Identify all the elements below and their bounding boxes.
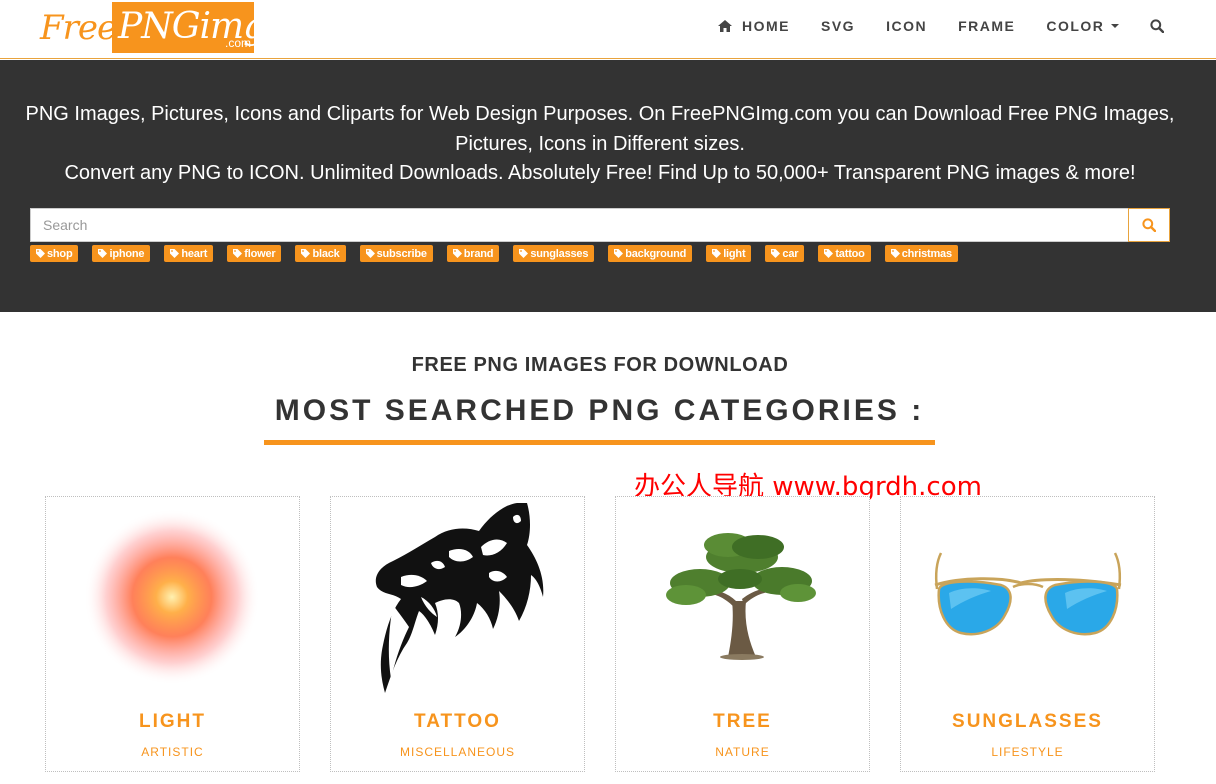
search-input[interactable] [30, 208, 1129, 242]
hero-line-1: PNG Images, Pictures, Icons and Cliparts… [25, 103, 1175, 155]
nav-svg[interactable]: SVG [821, 18, 855, 34]
nav-home[interactable]: HOME [718, 18, 790, 34]
tag-icon [170, 249, 180, 258]
category-card-tree[interactable]: TREE NATURE [615, 496, 870, 772]
search-submit-button[interactable] [1128, 208, 1170, 242]
tag-icon [452, 249, 462, 258]
tag-icon [301, 249, 311, 258]
tag-label: subscribe [376, 247, 427, 260]
hero-intro: PNG Images, Pictures, Icons and Cliparts… [20, 100, 1180, 189]
search-icon [1142, 218, 1156, 232]
tag-label: background [625, 247, 687, 260]
tag-label: shop [47, 247, 73, 260]
tag-iphone[interactable]: iphone [92, 245, 151, 262]
card-category: MISCELLANEOUS [399, 745, 516, 759]
light-glow-image [84, 509, 260, 685]
tag-label: sunglasses [530, 247, 589, 260]
logo-dotcom-text: .com [225, 36, 252, 50]
nav-svg-label: SVG [821, 18, 856, 34]
hero-line-2: Convert any PNG to ICON. Unlimited Downl… [64, 162, 1136, 184]
tag-icon [519, 249, 529, 258]
caret-down-icon [1111, 24, 1120, 28]
tag-shop[interactable]: shop [30, 245, 79, 262]
popular-tags: shop iphone heart flower black subscribe brand… [30, 245, 972, 262]
main-nav: HOME SVG ICON FRAME COLOR [718, 0, 1174, 52]
nav-icon-label: ICON [886, 18, 928, 34]
tag-car[interactable]: car [765, 245, 805, 262]
tag-flower[interactable]: flower [227, 245, 282, 262]
card-category: ARTISTIC [141, 745, 204, 759]
tag-christmas[interactable]: christmas [884, 245, 958, 262]
tag-icon [890, 249, 900, 258]
category-card-sunglasses[interactable]: SUNGLASSES LIFESTYLE [900, 496, 1155, 772]
tag-black[interactable]: black [295, 245, 346, 262]
tag-label: christmas [901, 247, 952, 260]
tag-icon [36, 249, 45, 258]
card-category: LIFESTYLE [991, 745, 1064, 759]
tag-background[interactable]: background [608, 245, 693, 262]
tree-image [666, 533, 816, 660]
site-logo[interactable]: Free PNGimg .com [40, 2, 266, 53]
tag-label: brand [463, 247, 494, 260]
wolf-tattoo-image [375, 503, 544, 693]
tag-light[interactable]: light [706, 245, 752, 262]
category-card-light[interactable]: LIGHT ARTISTIC [45, 496, 300, 772]
nav-home-label: HOME [742, 18, 790, 34]
card-title: TATTOO [414, 711, 501, 732]
tag-label: car [782, 247, 799, 260]
tag-icon [712, 249, 722, 258]
tag-icon [98, 249, 108, 258]
nav-search-button[interactable] [1150, 19, 1174, 33]
nav-icon[interactable]: ICON [886, 18, 927, 34]
tag-icon [771, 249, 781, 258]
tag-sunglasses[interactable]: sunglasses [513, 245, 595, 262]
hero-banner: PNG Images, Pictures, Icons and Cliparts… [0, 60, 1216, 312]
sunglasses-image [934, 552, 1122, 636]
tag-tattoo[interactable]: tattoo [818, 245, 871, 262]
nav-color-label: COLOR [1046, 18, 1105, 34]
tag-label: black [312, 247, 340, 260]
card-title: LIGHT [139, 711, 206, 732]
tag-label: flower [244, 247, 276, 260]
tag-heart[interactable]: heart [164, 245, 214, 262]
tag-brand[interactable]: brand [446, 245, 500, 262]
logo-free-text: Free [40, 8, 117, 48]
tag-icon [614, 249, 624, 258]
section-subheading: FREE PNG IMAGES FOR DOWNLOAD [411, 354, 789, 376]
search-bar [30, 208, 1170, 242]
tag-label: iphone [109, 247, 145, 260]
tag-icon [824, 249, 834, 258]
tag-label: tattoo [835, 247, 865, 260]
tag-subscribe[interactable]: subscribe [359, 245, 433, 262]
tag-label: heart [181, 247, 208, 260]
section-heading: MOST SEARCHED PNG CATEGORIES : [274, 394, 925, 427]
card-category: NATURE [715, 745, 770, 759]
card-title: SUNGLASSES [952, 711, 1103, 732]
tag-label: light [723, 247, 746, 260]
nav-frame[interactable]: FRAME [958, 18, 1015, 34]
home-icon [718, 20, 732, 32]
search-icon [1150, 19, 1165, 33]
heading-underline [264, 440, 935, 445]
tag-icon [365, 249, 375, 258]
navbar: Free PNGimg .com HOME SVG ICON FRAME COL… [0, 0, 1216, 59]
nav-color-dropdown[interactable]: COLOR [1046, 18, 1120, 34]
category-card-tattoo[interactable]: TATTOO MISCELLANEOUS [330, 496, 585, 772]
card-title: TREE [713, 711, 772, 732]
nav-frame-label: FRAME [958, 18, 1016, 34]
tag-icon [233, 249, 243, 258]
